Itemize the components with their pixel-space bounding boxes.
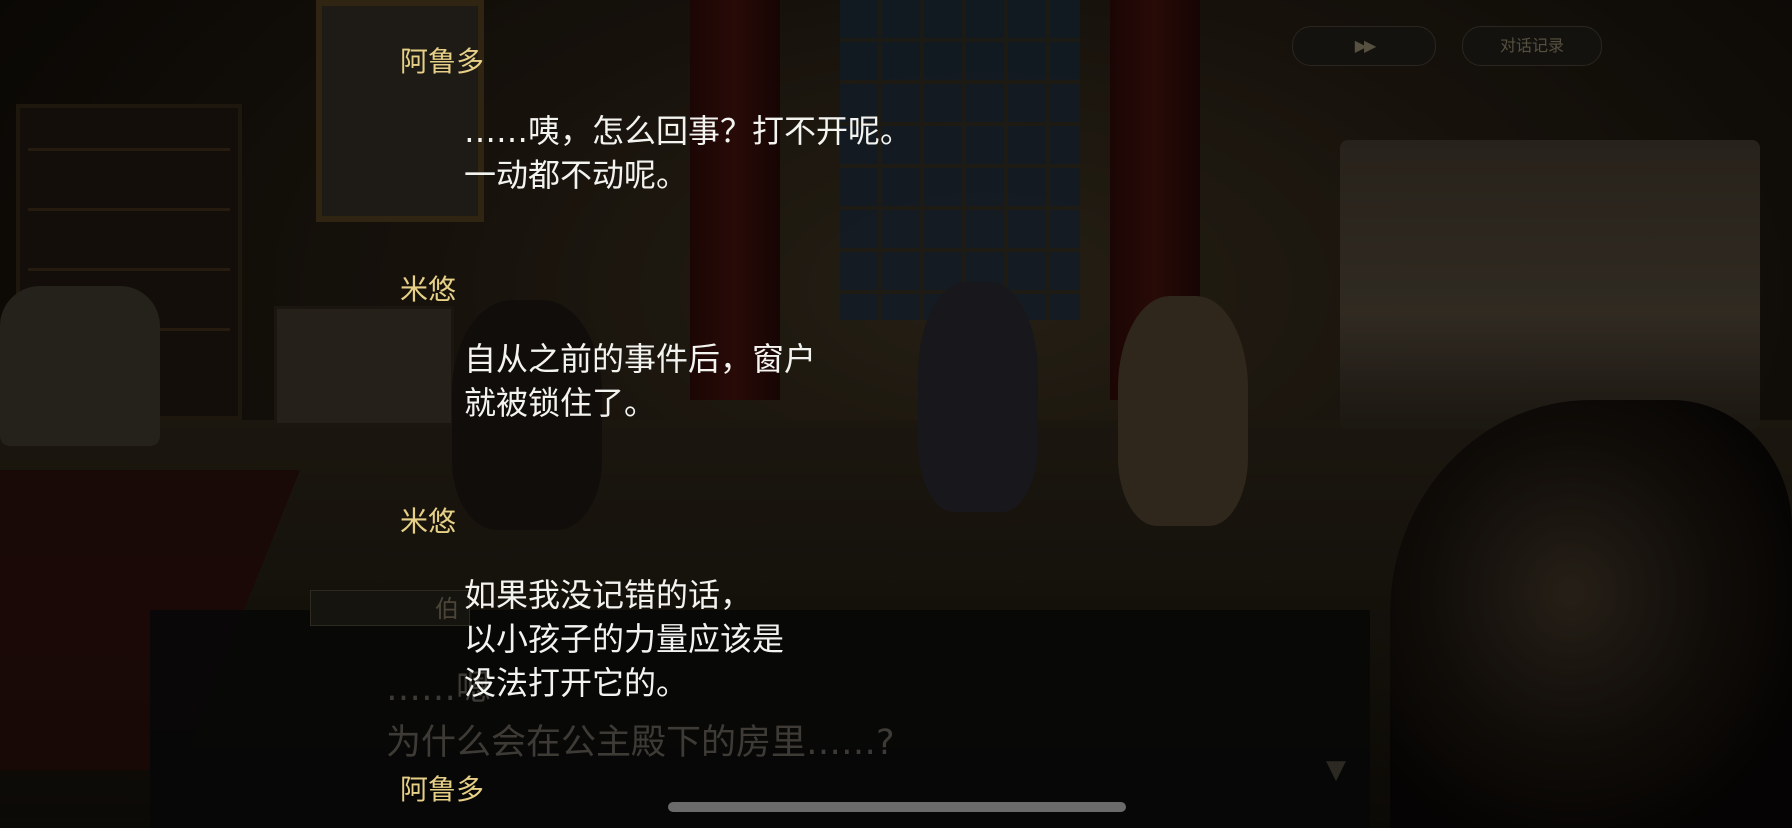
backlog-line: 没法打开它的。 xyxy=(464,664,689,702)
next-arrow-icon: ▼ xyxy=(1326,755,1346,785)
home-indicator[interactable] xyxy=(668,802,1126,812)
backlog-speaker: 米悠 xyxy=(400,505,457,538)
game-screen: ▶▶ 对话记录 伯 ……嗯 为什么会在公主殿下的房里……? ▼ 阿鲁多 ……咦，… xyxy=(0,0,1792,828)
backlog-speaker: 米悠 xyxy=(400,273,457,306)
backlog-line: 以小孩子的力量应该是 xyxy=(464,620,785,658)
message-line-2: 为什么会在公主殿下的房里……? xyxy=(386,723,895,763)
auto-skip-button[interactable]: ▶▶ xyxy=(1292,26,1436,66)
backlog-line: 自从之前的事件后，窗户 xyxy=(464,340,817,378)
backlog-line: ……咦，怎么回事？打不开呢。 xyxy=(464,112,913,150)
backlog-speaker: 阿鲁多 xyxy=(400,773,485,806)
backlog-line: 如果我没记错的话， xyxy=(464,576,753,614)
backlog-speaker: 阿鲁多 xyxy=(400,45,485,78)
dialogue-log-button[interactable]: 对话记录 xyxy=(1462,26,1602,66)
backlog-line: 一动都不动呢。 xyxy=(464,156,689,194)
speaker-name-plate: 伯 xyxy=(310,590,470,626)
backlog-line: 就被锁住了。 xyxy=(464,384,657,422)
